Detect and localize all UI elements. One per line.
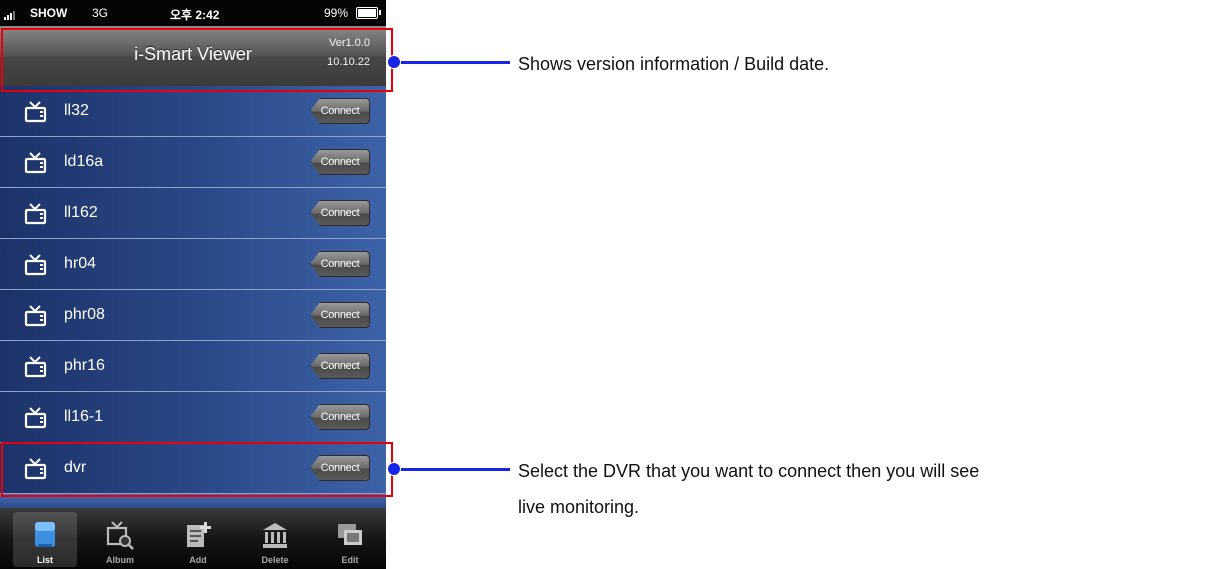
dvr-row[interactable]: phr08 Connect: [0, 290, 386, 341]
version-highlight-box: [1, 28, 393, 92]
dvr-name: ld16a: [64, 153, 104, 170]
tv-icon: [24, 305, 48, 332]
tv-icon: [24, 254, 48, 281]
dvr-leader-line: [398, 468, 510, 471]
dvr-row[interactable]: ll16-1 Connect: [0, 392, 386, 443]
tv-icon: [24, 203, 48, 230]
dvr-name: ll162: [64, 204, 98, 221]
dvr-row[interactable]: ll32 Connect: [0, 86, 386, 137]
select-note-line2: live monitoring.: [518, 497, 640, 517]
dvr-leader-dot: [387, 462, 401, 476]
connect-button[interactable]: Connect: [310, 149, 370, 175]
tv-icon: [24, 152, 48, 179]
dvr-list: ll32 Connect ld16a Connect ll162 Connect hr04 C…: [0, 86, 386, 494]
clock: 오후 2:42: [170, 8, 220, 22]
connect-button[interactable]: Connect: [310, 98, 370, 124]
status-bar: SHOW 3G 오후 2:42 99%: [0, 0, 386, 26]
tab-label: Edit: [341, 555, 359, 565]
dvr-row[interactable]: ll162 Connect: [0, 188, 386, 239]
connect-button[interactable]: Connect: [310, 404, 370, 430]
select-note: Select the DVR that you want to connect …: [518, 453, 979, 525]
dvr-row[interactable]: phr16 Connect: [0, 341, 386, 392]
dvr-row[interactable]: hr04 Connect: [0, 239, 386, 290]
select-note-line1: Select the DVR that you want to connect …: [518, 461, 980, 481]
tv-icon: [24, 101, 48, 128]
tv-icon: [24, 407, 48, 434]
dvr-row[interactable]: ld16a Connect: [0, 137, 386, 188]
connect-button[interactable]: Connect: [310, 302, 370, 328]
dvr-name: phr16: [64, 357, 105, 374]
version-leader-line: [398, 61, 510, 64]
tv-icon: [24, 356, 48, 383]
dvr-name: phr08: [64, 306, 105, 323]
tab-bar: List Album Add Delete Edit: [0, 508, 386, 569]
tab-label: Delete: [261, 555, 289, 565]
tab-add[interactable]: Add: [166, 512, 230, 567]
carrier-label: SHOW: [30, 6, 68, 20]
connect-button[interactable]: Connect: [310, 200, 370, 226]
tab-album[interactable]: Album: [88, 512, 152, 567]
tab-label: List: [36, 555, 53, 565]
version-leader-dot: [387, 55, 401, 69]
connect-button[interactable]: Connect: [310, 251, 370, 277]
tab-list[interactable]: List: [13, 512, 77, 567]
tab-delete[interactable]: Delete: [243, 512, 307, 567]
tab-edit[interactable]: Edit: [318, 512, 382, 567]
dvr-name: ll32: [64, 102, 89, 119]
dvr-highlight-box: [1, 442, 393, 497]
connect-button[interactable]: Connect: [310, 353, 370, 379]
dvr-name: hr04: [64, 255, 97, 272]
tab-label: Add: [189, 555, 207, 565]
tab-label: Album: [106, 555, 134, 565]
signal-icon: [4, 6, 18, 20]
version-note: Shows version information / Build date.: [518, 54, 830, 74]
network-label: 3G: [92, 6, 109, 20]
battery-icon: [356, 7, 381, 19]
dvr-name: ll16-1: [64, 408, 104, 425]
battery-percent: 99%: [324, 6, 349, 20]
